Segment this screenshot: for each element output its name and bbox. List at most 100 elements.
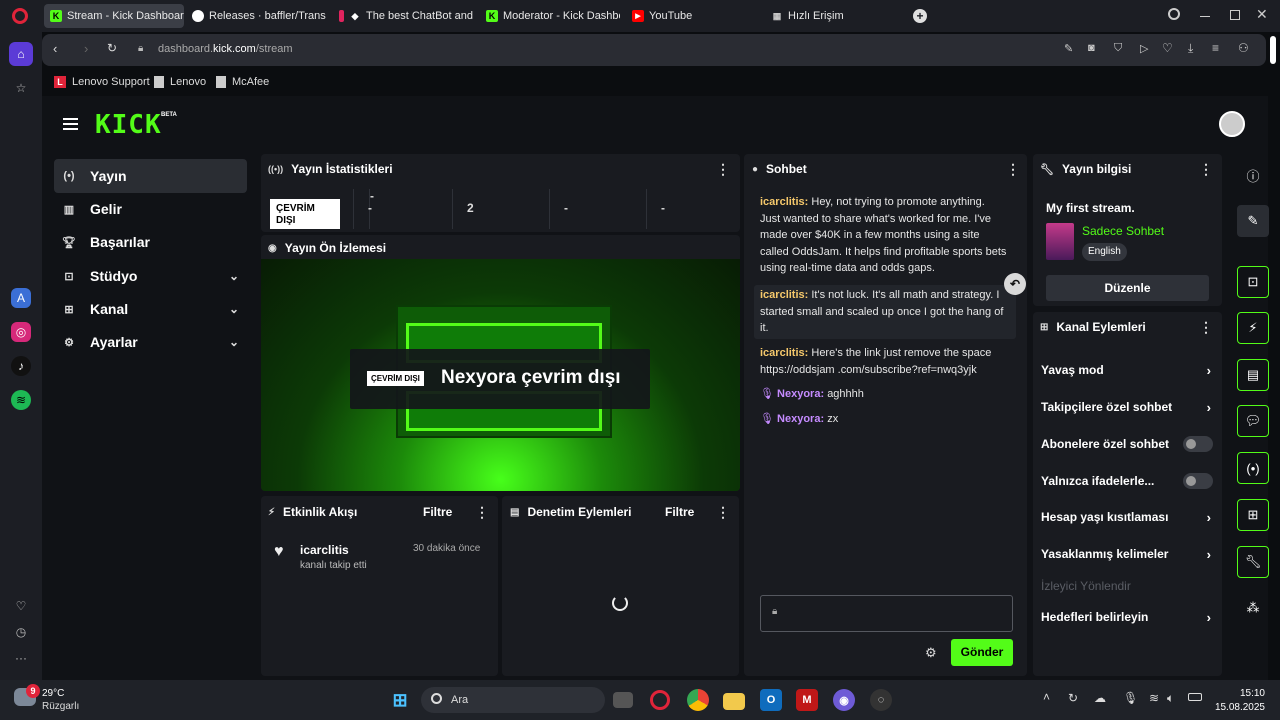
chat-settings-gear-icon[interactable]: ⚙︎ bbox=[925, 645, 937, 661]
clock-date[interactable]: 15.08.2025 bbox=[1213, 702, 1265, 713]
file-explorer-icon[interactable] bbox=[723, 693, 745, 710]
broadcast-panel-icon[interactable]: (•) bbox=[1237, 452, 1269, 484]
battery-icon[interactable] bbox=[1188, 693, 1202, 701]
chat-more-icon[interactable]: ⋮ bbox=[1006, 161, 1020, 178]
subscribers-only-item[interactable]: Abonelere özel sohbet bbox=[1041, 432, 1215, 456]
back-icon[interactable]: ‹ bbox=[53, 41, 57, 56]
subscribers-only-toggle[interactable] bbox=[1183, 436, 1213, 452]
forward-icon[interactable]: › bbox=[84, 41, 88, 56]
layout-nodes-icon[interactable]: ⁂ bbox=[1237, 592, 1269, 624]
kick-logo[interactable]: KICK bbox=[95, 110, 162, 140]
moderation-more-icon[interactable]: ⋮ bbox=[716, 504, 730, 521]
stats-more-icon[interactable]: ⋮ bbox=[716, 161, 730, 178]
tray-security-icon[interactable]: ☁ bbox=[1094, 691, 1106, 705]
profile-icon[interactable]: ⚇ bbox=[1238, 41, 1249, 55]
bookmark-mcafee[interactable]: McAfee bbox=[216, 70, 269, 94]
more-icon[interactable]: ··· bbox=[9, 646, 33, 670]
clock-time[interactable]: 15:10 bbox=[1239, 688, 1265, 699]
followers-only-item[interactable]: Takipçilere özel sohbet › bbox=[1041, 395, 1215, 419]
stream-info-more-icon[interactable]: ⋮ bbox=[1199, 161, 1213, 178]
nav-item-gelir[interactable]: ▥ Gelir bbox=[54, 192, 247, 226]
new-tab-plus-icon[interactable]: + bbox=[913, 9, 927, 23]
shield-icon[interactable]: ⛉ bbox=[1114, 42, 1122, 55]
activity-filter-button[interactable]: Filtre bbox=[423, 505, 452, 519]
activity-user[interactable]: icarclitis bbox=[300, 543, 349, 557]
emotes-only-item[interactable]: Yalnızca ifadelerle... bbox=[1041, 469, 1215, 493]
nav-item-basarilar[interactable]: 🏆︎ Başarılar bbox=[54, 225, 247, 259]
play-icon[interactable]: ▷ bbox=[1140, 42, 1148, 55]
studio-panel-icon[interactable]: ⊡ bbox=[1237, 266, 1269, 298]
outlook-icon[interactable]: O bbox=[760, 689, 782, 711]
tray-app-icon[interactable]: ↻ bbox=[1068, 691, 1078, 705]
volume-icon[interactable]: 🔈︎ bbox=[1167, 691, 1174, 706]
task-view-icon[interactable] bbox=[613, 692, 633, 708]
nav-item-kanal[interactable]: ⊞ Kanal ⌄ bbox=[54, 292, 247, 326]
chat-input[interactable]: 🔒︎ bbox=[760, 595, 1013, 632]
slow-mode-item[interactable]: Yavaş mod › bbox=[1041, 358, 1215, 382]
microphone-icon[interactable]: 🎙︎ bbox=[1123, 691, 1138, 705]
tab-kick-dashboard[interactable]: K Stream - Kick Dashboard bbox=[44, 4, 184, 28]
url-field[interactable]: dashboard.kick.com/stream bbox=[158, 43, 293, 55]
document-panel-icon[interactable]: ▤ bbox=[1237, 359, 1269, 391]
nav-item-studyo[interactable]: ⊡ Stüdyo ⌄ bbox=[54, 259, 247, 293]
windows-start-icon[interactable]: ⊞ bbox=[389, 689, 411, 711]
send-button[interactable]: Gönder bbox=[951, 639, 1013, 666]
channel-panel-icon[interactable]: ⊞ bbox=[1237, 499, 1269, 531]
wifi-icon[interactable]: ≋ bbox=[1149, 691, 1159, 705]
set-goals-item[interactable]: Hedefleri belirleyin › bbox=[1041, 605, 1215, 629]
weather-desc[interactable]: Rüzgarlı bbox=[42, 701, 79, 712]
obs-icon[interactable]: ◌ bbox=[870, 689, 892, 711]
channel-actions-more-icon[interactable]: ⋮ bbox=[1199, 319, 1213, 336]
reply-icon[interactable]: ↶ bbox=[1004, 273, 1026, 295]
tab-github-releases[interactable]: Releases · baffler/Transpar bbox=[186, 4, 326, 28]
restore-window-icon[interactable] bbox=[1230, 10, 1240, 20]
user-avatar[interactable] bbox=[1219, 111, 1245, 137]
history-icon[interactable]: ◷ bbox=[9, 620, 33, 644]
opera-logo-icon[interactable] bbox=[12, 8, 28, 24]
hamburger-menu-icon[interactable] bbox=[63, 118, 78, 130]
close-window-icon[interactable]: ✕ bbox=[1256, 6, 1268, 23]
chat-username[interactable]: Nexyora bbox=[777, 388, 820, 400]
account-age-item[interactable]: Hesap yaşı kısıtlaması › bbox=[1041, 505, 1215, 529]
tiktok-icon[interactable]: ♪ bbox=[11, 356, 31, 376]
info-icon[interactable]: ⓘ bbox=[1237, 159, 1269, 191]
chat-app-icon[interactable]: ◉ bbox=[833, 689, 855, 711]
tab-youtube[interactable]: ▶ YouTube bbox=[626, 4, 746, 28]
nav-item-yayin[interactable]: (•) Yayın bbox=[54, 159, 247, 193]
chat-username[interactable]: Nexyora bbox=[777, 413, 820, 425]
edit-stream-info-button[interactable]: Düzenle bbox=[1046, 275, 1209, 301]
download-icon[interactable]: ⤓ bbox=[1188, 41, 1193, 56]
weather-temp[interactable]: 29°C bbox=[42, 688, 64, 699]
aria-icon[interactable]: A bbox=[11, 288, 31, 308]
star-icon[interactable]: ☆ bbox=[9, 76, 33, 100]
tray-chevron-up-icon[interactable]: ˄ bbox=[1043, 690, 1050, 704]
search-tabs-icon[interactable] bbox=[1168, 8, 1180, 20]
spotify-icon[interactable]: ≋ bbox=[11, 390, 31, 410]
tab-moderator[interactable]: K Moderator - Kick Dashboa bbox=[480, 4, 620, 28]
bookmark-lenovo[interactable]: Lenovo bbox=[154, 70, 206, 94]
category-link[interactable]: Sadece Sohbet bbox=[1082, 224, 1164, 238]
home-icon[interactable]: ⌂ bbox=[9, 42, 33, 66]
mcafee-icon[interactable]: M bbox=[796, 689, 818, 711]
banned-words-item[interactable]: Yasaklanmış kelimeler › bbox=[1041, 542, 1215, 566]
chat-username[interactable]: icarclitis bbox=[760, 196, 805, 208]
lightning-panel-icon[interactable]: ⚡︎ bbox=[1237, 312, 1269, 344]
category-thumbnail[interactable] bbox=[1046, 223, 1074, 260]
sidebar-toggle-handle[interactable] bbox=[1270, 36, 1276, 64]
bookmark-lenovo-support[interactable]: L Lenovo Support bbox=[54, 70, 150, 94]
emotes-only-toggle[interactable] bbox=[1183, 473, 1213, 489]
reload-icon[interactable]: ↻ bbox=[107, 41, 117, 55]
taskbar-search-box[interactable]: Ara bbox=[421, 687, 605, 713]
heart-icon[interactable]: ♡ bbox=[9, 594, 33, 618]
edit-icon[interactable]: ✎ bbox=[1064, 42, 1073, 55]
heart-outline-icon[interactable]: ♡ bbox=[1162, 41, 1173, 55]
minimize-window-icon[interactable] bbox=[1200, 16, 1210, 17]
camera-icon[interactable]: ◙ bbox=[1088, 42, 1095, 54]
chat-panel-icon[interactable]: 💬︎ bbox=[1237, 405, 1269, 437]
activity-more-icon[interactable]: ⋮ bbox=[475, 504, 489, 521]
menu-icon[interactable]: ≡ bbox=[1212, 41, 1219, 55]
moderation-filter-button[interactable]: Filtre bbox=[665, 505, 694, 519]
chat-username[interactable]: icarclitis bbox=[760, 289, 805, 301]
chrome-taskbar-icon[interactable] bbox=[687, 689, 709, 711]
nav-item-ayarlar[interactable]: ⚙︎ Ayarlar ⌄ bbox=[54, 325, 247, 359]
